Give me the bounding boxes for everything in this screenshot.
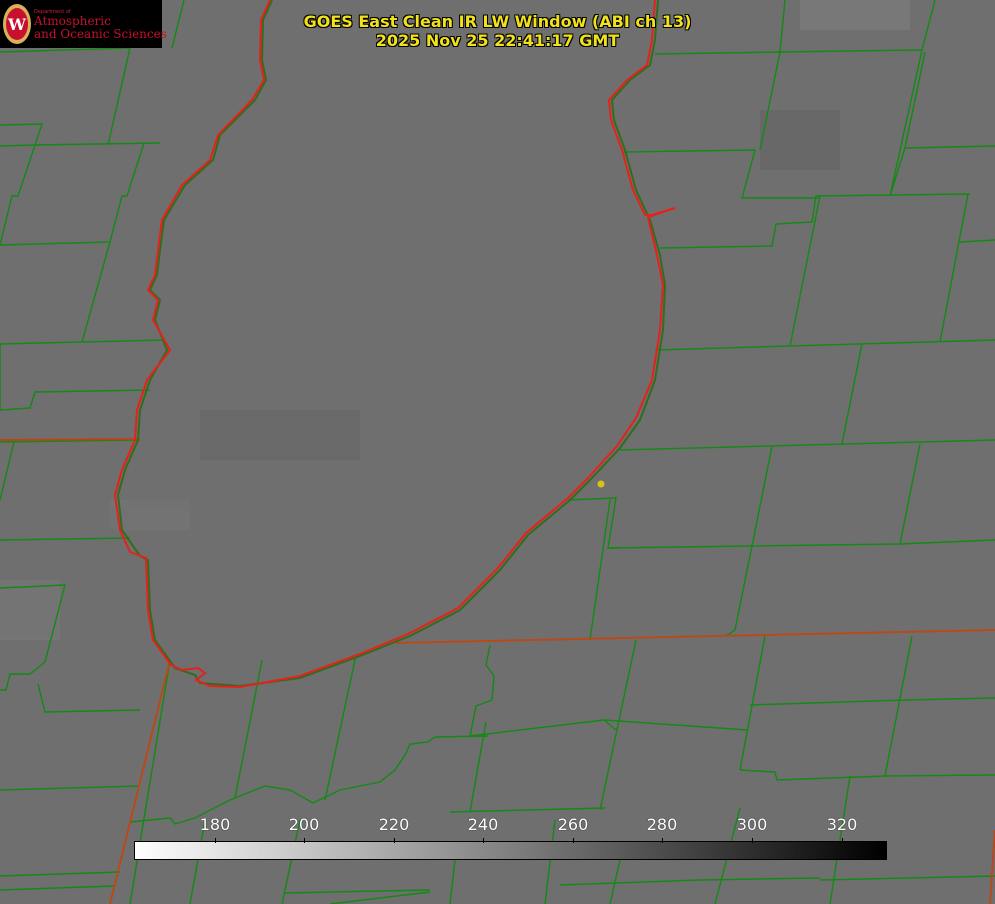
colorbar-tick-label: 260: [557, 815, 589, 834]
cloud-texture: [0, 0, 910, 640]
colorbar: [134, 841, 887, 860]
colorbar-tick-mark: [842, 838, 843, 843]
county-boundaries: [0, 0, 995, 904]
state-line-west: [109, 659, 171, 904]
colorbar-tick-label: 300: [736, 815, 768, 834]
title-line1: GOES East Clean IR LW Window (ABI ch 13): [303, 12, 692, 31]
title-timestamp: 2025 Nov 25 22:41:17 GMT: [375, 31, 620, 50]
colorbar-tick-label: 180: [199, 815, 231, 834]
colorbar-tick-mark: [573, 838, 574, 843]
image-title: GOES East Clean IR LW Window (ABI ch 13)…: [0, 12, 995, 50]
shoreline-green: [116, 0, 667, 688]
state-line-south: [394, 629, 995, 644]
state-line: [0, 438, 141, 441]
colorbar-tick-mark: [215, 838, 216, 843]
colorbar-tick-label: 220: [378, 815, 410, 834]
colorbar-tick-label: 320: [826, 815, 858, 834]
colorbar-tick-mark: [752, 838, 753, 843]
colorbar-tick-mark: [483, 838, 484, 843]
colorbar-tick-label: 240: [467, 815, 499, 834]
colorbar-tick-mark: [394, 838, 395, 843]
colorbar-tick-label: 280: [646, 815, 678, 834]
colorbar-tick-label: 200: [288, 815, 320, 834]
colorbar-tick-mark: [662, 838, 663, 843]
satellite-map: [0, 0, 995, 904]
state-line-east: [989, 829, 995, 904]
coastline: [113, 0, 676, 689]
colorbar-tick-mark: [304, 838, 305, 843]
location-marker: [597, 480, 605, 488]
